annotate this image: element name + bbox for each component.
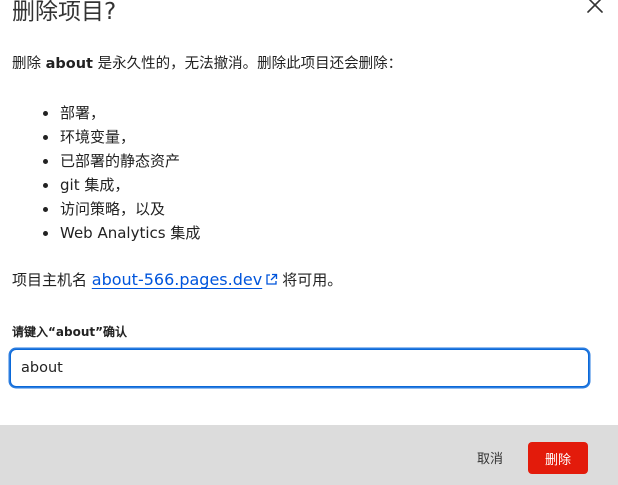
description-suffix: 是永久性的，无法撤消。删除此项目还会删除： [93, 56, 403, 72]
list-item: 访问策略，以及 [42, 197, 200, 221]
hostname-note: 项目主机名 about-566.pages.dev 将可用。 [12, 268, 342, 292]
delete-button[interactable]: 删除 [528, 442, 588, 474]
hostname-link[interactable]: about-566.pages.dev [92, 270, 262, 289]
dialog-title: 删除项目? [12, 0, 117, 25]
list-item: git 集成， [42, 173, 200, 197]
close-icon[interactable] [584, 0, 606, 16]
delete-description: 删除 about 是永久性的，无法撤消。删除此项目还会删除： [12, 54, 402, 74]
list-item: 已部署的静态资产 [42, 149, 200, 173]
delete-project-dialog: 删除项目? 删除 about 是永久性的，无法撤消。删除此项目还会删除： 部署，… [0, 0, 618, 485]
hostname-prefix: 项目主机名 [12, 271, 92, 289]
project-name: about [45, 56, 93, 72]
confirm-label: 请键入“about”确认 [12, 325, 127, 339]
description-prefix: 删除 [12, 56, 46, 72]
deleted-items-list: 部署， 环境变量， 已部署的静态资产 git 集成， 访问策略，以及 Web A… [12, 101, 200, 245]
cancel-button[interactable]: 取消 [464, 442, 516, 472]
list-item: Web Analytics 集成 [42, 221, 200, 245]
confirm-input[interactable] [10, 349, 589, 387]
dialog-footer: 取消 删除 [0, 425, 618, 485]
list-item: 部署， [42, 101, 200, 125]
list-item: 环境变量， [42, 125, 200, 149]
hostname-suffix: 将可用。 [282, 271, 343, 289]
external-link-icon[interactable] [265, 273, 278, 286]
